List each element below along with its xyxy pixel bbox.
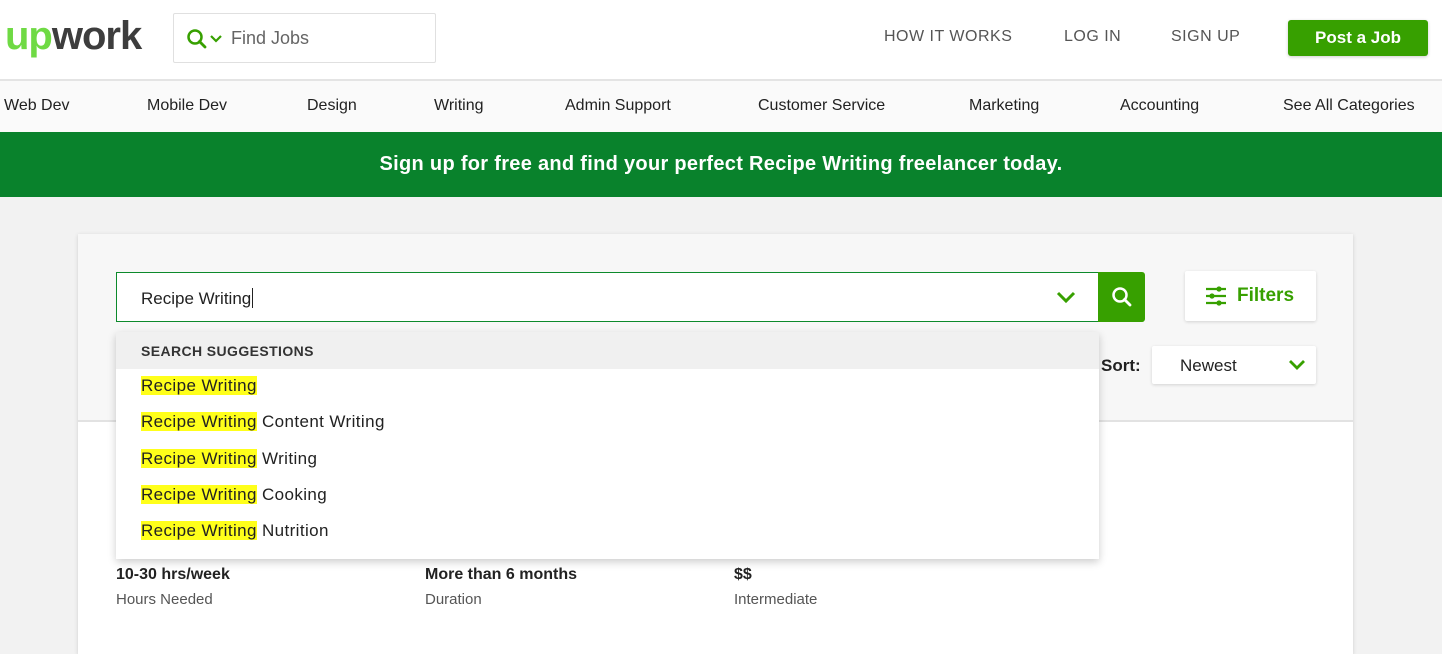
duration-value: More than 6 months [425, 566, 578, 583]
signup-banner[interactable]: Sign up for free and find your perfect R… [0, 132, 1442, 197]
category-customer-service[interactable]: Customer Service [758, 97, 885, 115]
suggestions-header: SEARCH SUGGESTIONS [116, 332, 1099, 369]
suggestion-match: Recipe Writing [141, 412, 257, 431]
search-icon [187, 29, 207, 49]
sort-label: Sort: [1101, 356, 1141, 375]
suggestion-rest: Nutrition [256, 521, 329, 540]
category-bar: Web Dev Mobile Dev Design Writing Admin … [0, 81, 1442, 132]
logo-up: up [5, 14, 53, 58]
suggestion-rest: Cooking [256, 485, 328, 504]
suggestion-item[interactable]: Recipe Writing Writing [141, 449, 317, 469]
post-a-job-button[interactable]: Post a Job [1288, 20, 1428, 56]
logo-work: work [51, 14, 142, 58]
suggestion-match: Recipe Writing [141, 521, 257, 540]
category-web-dev[interactable]: Web Dev [4, 97, 70, 115]
suggestions-header-label: SEARCH SUGGESTIONS [141, 343, 314, 359]
suggestion-rest: Writing [256, 449, 318, 468]
category-mobile-dev[interactable]: Mobile Dev [147, 97, 227, 115]
upwork-logo[interactable]: upwork [5, 14, 142, 58]
sort-select[interactable]: Newest [1152, 346, 1316, 384]
hours-needed-value: 10-30 hrs/week [116, 566, 230, 583]
category-marketing[interactable]: Marketing [969, 97, 1039, 115]
budget-value: $$ [734, 566, 752, 583]
hours-needed-label: Hours Needed [116, 591, 213, 608]
filters-button[interactable]: Filters [1185, 271, 1316, 321]
sort-value: Newest [1180, 356, 1237, 375]
search-button[interactable] [1098, 272, 1145, 322]
suggestion-item[interactable]: Recipe Writing Cooking [141, 485, 327, 505]
chevron-down-icon[interactable] [209, 32, 223, 46]
category-writing[interactable]: Writing [434, 97, 484, 115]
find-jobs-placeholder: Find Jobs [231, 28, 310, 48]
log-in-link[interactable]: LOG IN [1064, 28, 1121, 46]
suggestion-match: Recipe Writing [141, 449, 257, 468]
filters-label: Filters [1237, 285, 1295, 306]
duration-label: Duration [425, 591, 482, 608]
category-admin-support[interactable]: Admin Support [565, 97, 671, 115]
site-header: upwork Find Jobs HOW IT WORKS LOG IN SIG… [0, 0, 1442, 81]
suggestion-match: Recipe Writing [141, 376, 257, 395]
suggestion-match: Recipe Writing [141, 485, 257, 504]
search-suggestions-dropdown: SEARCH SUGGESTIONS Recipe Writing Recipe… [116, 332, 1099, 559]
sign-up-link[interactable]: SIGN UP [1171, 28, 1240, 46]
suggestion-item[interactable]: Recipe Writing Nutrition [141, 521, 329, 541]
sliders-icon [1206, 286, 1226, 306]
search-input[interactable]: Recipe Writing [116, 272, 1099, 322]
category-see-all[interactable]: See All Categories [1283, 97, 1415, 115]
category-design[interactable]: Design [307, 97, 357, 115]
search-input-value: Recipe Writing [141, 288, 254, 308]
suggestion-rest: Content Writing [256, 412, 385, 431]
chevron-down-icon [1289, 360, 1305, 370]
category-accounting[interactable]: Accounting [1120, 97, 1199, 115]
search-icon [1112, 287, 1132, 307]
text-caret [252, 288, 254, 308]
how-it-works-link[interactable]: HOW IT WORKS [884, 28, 1012, 46]
suggestion-item[interactable]: Recipe Writing Content Writing [141, 412, 385, 432]
suggestion-item[interactable]: Recipe Writing [141, 376, 257, 396]
find-jobs-search[interactable]: Find Jobs [173, 13, 436, 63]
chevron-down-icon[interactable] [1056, 289, 1076, 305]
experience-level-label: Intermediate [734, 591, 818, 608]
